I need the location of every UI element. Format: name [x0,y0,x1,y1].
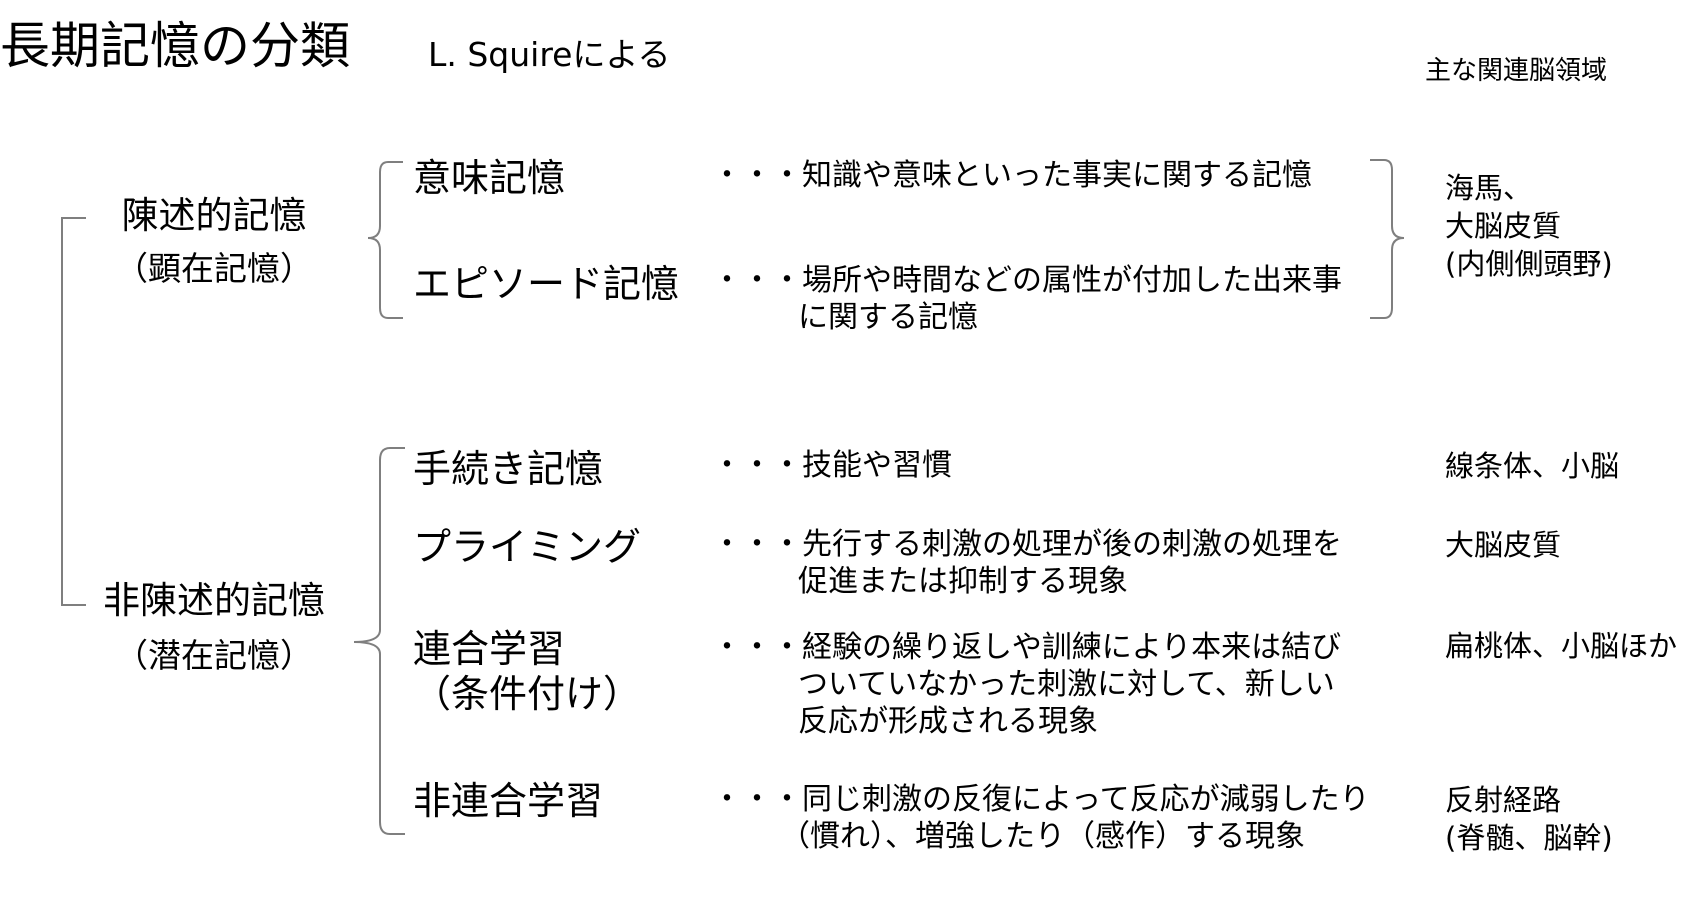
declarative-label: 陳述的記憶 [121,194,307,237]
desc-episodic-line2: に関する記憶 [798,300,978,335]
type-associative-line2: （条件付け） [413,672,642,716]
desc-associative-line1: ・・・経験の繰り返しや訓練により本来は結び [712,630,1342,665]
desc-procedural: ・・・技能や習慣 [712,448,952,483]
region-declarative-line2: 大脳皮質 [1445,209,1562,243]
nondeclarative-sub: （潜在記憶） [115,636,313,675]
desc-associative-line3: 反応が形成される現象 [798,704,1098,739]
nondeclarative-label: 非陳述的記憶 [103,579,325,622]
desc-nonassociative-line2: （慣れ）、増強したり（感作）する現象 [780,819,1305,854]
region-procedural: 線条体、小脳 [1445,449,1620,483]
type-procedural: 手続き記憶 [413,447,604,491]
page-title: 長期記憶の分類 [0,17,350,75]
region-priming: 大脳皮質 [1445,528,1562,562]
declarative-region-brace [1370,159,1405,319]
type-associative-line1: 連合学習 [413,627,566,671]
region-associative: 扁桃体、小脳ほか [1445,629,1678,663]
desc-priming-line2: 促進または抑制する現象 [798,564,1128,599]
nondeclarative-brace [353,447,405,835]
type-priming: プライミング [413,525,642,569]
declarative-brace [367,161,403,319]
region-declarative-line3: (内側側頭野) [1445,247,1613,281]
region-nonassociative-line2: (脊髄、脳幹) [1445,821,1613,855]
type-episodic: エピソード記憶 [413,262,680,306]
desc-nonassociative-line1: ・・・同じ刺激の反復によって反応が減弱したり [712,782,1370,817]
type-semantic: 意味記憶 [413,156,566,200]
desc-episodic-line1: ・・・場所や時間などの属性が付加した出来事 [712,263,1342,298]
page-subtitle: L. Squireによる [428,35,671,74]
region-declarative-line1: 海馬、 [1445,171,1533,205]
desc-semantic: ・・・知識や意味といった事実に関する記憶 [712,158,1312,193]
declarative-sub: （顕在記憶） [115,249,313,288]
region-nonassociative-line1: 反射経路 [1445,783,1562,817]
desc-priming-line1: ・・・先行する刺激の処理が後の刺激の処理を [712,527,1342,562]
root-bracket [61,217,86,606]
region-column-header: 主な関連脳領域 [1425,56,1608,86]
desc-associative-line2: ついていなかった刺激に対して、新しい [798,667,1335,702]
type-nonassociative: 非連合学習 [413,779,604,823]
